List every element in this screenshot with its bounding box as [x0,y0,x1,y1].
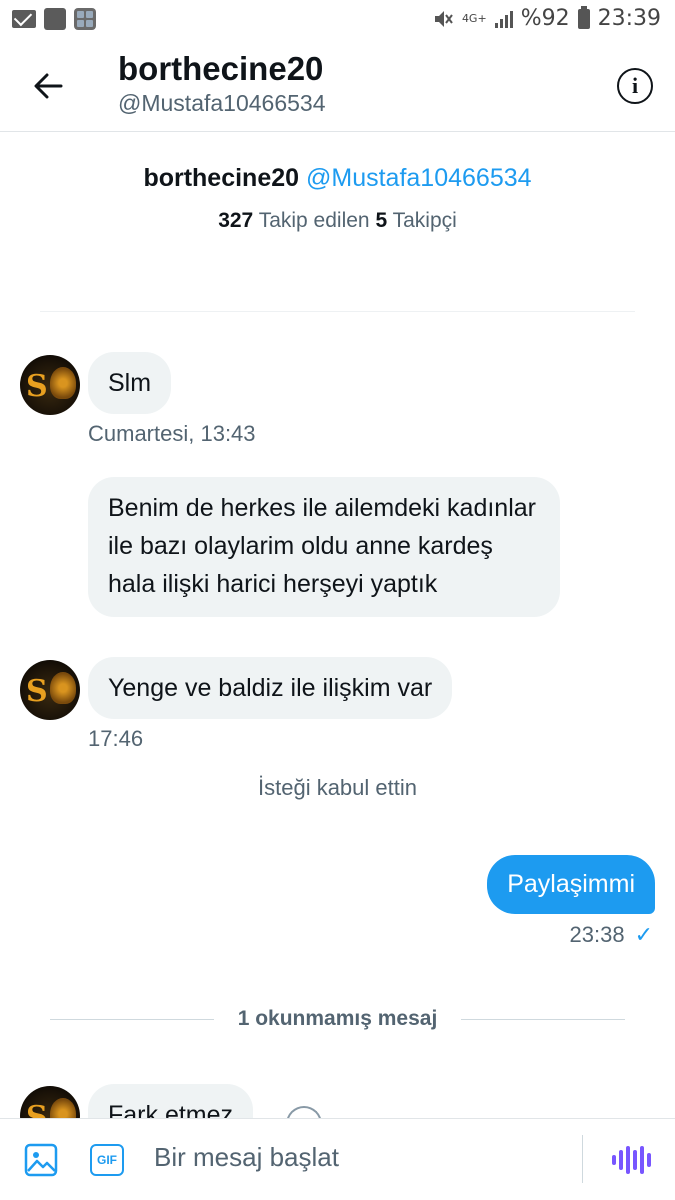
back-button[interactable] [28,66,68,106]
battery-icon [577,5,590,29]
mail-icon [12,10,36,28]
message-timestamp: Cumartesi, 13:43 [88,421,256,446]
battery-percent: %92 [520,6,570,31]
info-icon: i [631,73,639,98]
following-count: 327 [218,209,254,232]
sent-message-bubble[interactable]: Paylaşimmi [487,855,655,914]
message-timestamp: 17:46 [88,726,144,751]
profile-name-line: borthecine20 @Mustafa10466534 [0,164,675,193]
notification-square-icon [44,8,66,30]
mute-icon [434,10,453,27]
info-button[interactable]: i [617,68,653,104]
network-type: 4G+ [461,12,487,25]
status-bar-left [12,8,96,30]
image-icon [24,1143,58,1177]
header-display-name[interactable]: borthecine20 [118,50,323,88]
profile-display-name[interactable]: borthecine20 [143,164,299,192]
check-icon: ✓ [634,922,653,947]
status-bar: 4G+ %92 23:39 [0,0,675,40]
message-input[interactable] [154,1137,554,1177]
followers-label: Takipçi [392,209,457,232]
profile-stats: 327 Takip edilen 5 Takipçi [0,209,675,233]
profile-divider [40,311,635,312]
sent-message-meta: 23:38 ✓ [570,922,654,948]
status-bar-right: 4G+ %92 23:39 [432,5,661,31]
voice-message-button[interactable] [612,1145,651,1175]
add-image-button[interactable] [24,1143,58,1177]
avatar[interactable]: S [20,660,80,720]
message-bubble[interactable]: Benim de herkes ile ailemdeki kadınlar i… [88,477,560,617]
lion-icon [50,672,76,704]
message-bubble[interactable]: Slm [88,352,172,414]
apps-icon [74,8,96,30]
sent-timestamp: 23:38 [569,922,625,947]
header-handle[interactable]: @Mustafa10466534 [118,90,326,117]
arrow-left-icon [34,73,63,99]
profile-handle[interactable]: @Mustafa10466534 [306,164,532,192]
conversation-header: borthecine20 @Mustafa10466534 i [0,40,675,132]
unread-label: 1 okunmamış mesaj [237,1007,438,1030]
gif-button[interactable]: GIF [90,1144,124,1176]
avatar[interactable]: S [20,355,80,415]
following-label: Takip edilen [258,209,370,232]
unread-divider: 1 okunmamış mesaj [50,1005,625,1033]
message-composer: GIF [0,1118,675,1200]
signal-icon [494,10,513,28]
profile-summary: borthecine20 @Mustafa10466534 327 Takip … [0,164,675,233]
lion-icon [50,367,76,399]
system-message: İsteği kabul ettin [258,775,417,800]
message-bubble[interactable]: Yenge ve baldiz ile ilişkim var [88,657,453,719]
status-time: 23:39 [597,6,661,31]
followers-count: 5 [375,209,388,232]
composer-divider [582,1135,583,1183]
